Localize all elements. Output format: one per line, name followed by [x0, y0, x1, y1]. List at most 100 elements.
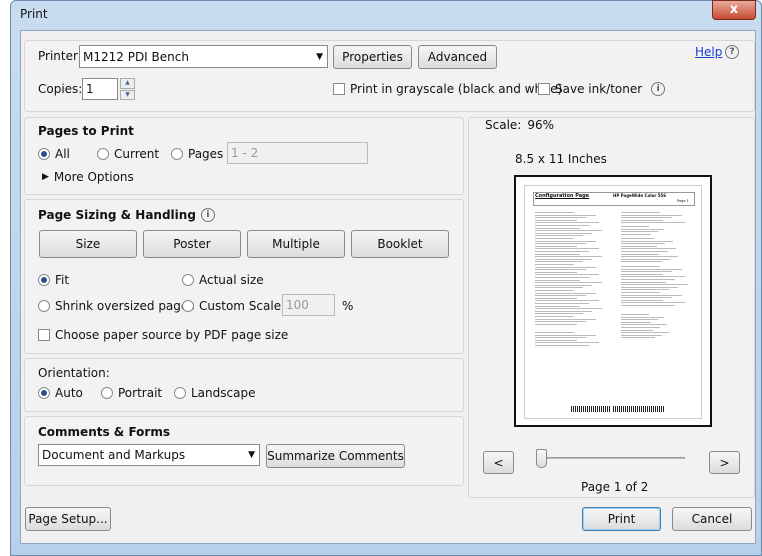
preview-line: [535, 334, 596, 336]
preview-line: [535, 222, 599, 224]
percent-label: %: [342, 299, 354, 313]
preview-line: [621, 233, 651, 235]
next-page-button[interactable]: >: [709, 451, 740, 474]
preview-doc-title: Configuration Page: [535, 193, 590, 199]
radio-portrait[interactable]: Portrait: [101, 386, 162, 400]
preview-line: [621, 240, 673, 242]
preview-line: [535, 230, 602, 232]
help-link[interactable]: Help: [695, 45, 722, 59]
preview-line: [535, 264, 574, 265]
stepper-down-icon[interactable]: ▼: [120, 89, 135, 100]
sizing-heading-row: Page Sizing & Handling i: [38, 208, 215, 222]
close-button[interactable]: x: [712, 0, 756, 20]
info-icon[interactable]: i: [200, 208, 215, 222]
preview-line: [535, 217, 587, 219]
page-setup-button[interactable]: Page Setup...: [25, 507, 111, 531]
paper-size-label: 8.5 x 11 Inches: [515, 152, 607, 166]
info-icon[interactable]: i: [651, 82, 666, 96]
radio-pages[interactable]: Pages: [171, 147, 223, 161]
checkbox-icon[interactable]: [538, 83, 550, 95]
preview-line: [621, 302, 685, 304]
page-range-input[interactable]: 1 - 2: [227, 142, 368, 164]
page-preview: Configuration Page HP PageWide Color 556…: [514, 175, 712, 427]
page-slider-track[interactable]: [547, 457, 685, 459]
save-ink-checkbox[interactable]: Save ink/toner i: [538, 82, 666, 96]
orientation-heading: Orientation:: [38, 366, 110, 380]
preview-line: [535, 266, 596, 268]
preview-line: [621, 248, 676, 250]
printer-label: Printer:: [38, 49, 82, 63]
grayscale-label: Print in grayscale (black and white): [350, 82, 563, 96]
radio-current[interactable]: Current: [97, 147, 159, 161]
booklet-button[interactable]: Booklet: [351, 230, 449, 258]
pages-heading: Pages to Print: [38, 124, 134, 138]
preview-line: [535, 339, 577, 341]
preview-line: [621, 281, 666, 283]
preview-line: [621, 261, 663, 263]
preview-line: [621, 253, 660, 255]
radio-fit[interactable]: Fit: [38, 273, 69, 287]
preview-line: [621, 332, 669, 334]
preview-line: [621, 212, 660, 213]
help-icon[interactable]: ?: [725, 45, 739, 59]
printer-select[interactable]: M1212 PDI Bench ▼: [79, 45, 328, 68]
preview-line: [535, 287, 583, 289]
stepper-up-icon[interactable]: ▲: [120, 78, 135, 89]
more-options-toggle[interactable]: ▶ More Options: [42, 170, 134, 184]
preview-line: [535, 248, 599, 250]
preview-line: [535, 253, 580, 255]
preview-line: [621, 321, 651, 323]
preview-line: [621, 268, 682, 270]
preview-line: [621, 289, 669, 291]
properties-button[interactable]: Properties: [333, 45, 412, 69]
preview-line: [621, 217, 673, 219]
preview-line: [535, 243, 587, 245]
radio-all[interactable]: All: [38, 147, 70, 161]
preview-line: [621, 231, 658, 233]
comments-value: Document and Markups: [42, 448, 186, 462]
preview-line: [621, 271, 673, 273]
copies-stepper[interactable]: ▲ ▼: [120, 78, 135, 100]
radio-custom-scale[interactable]: Custom Scale:: [182, 299, 285, 313]
size-button[interactable]: Size: [39, 230, 137, 258]
print-button[interactable]: Print: [582, 507, 661, 531]
preview-line: [621, 299, 663, 301]
preview-line: [621, 258, 671, 260]
paper-source-checkbox[interactable]: Choose paper source by PDF page size: [38, 328, 288, 342]
preview-line: [535, 282, 602, 284]
preview-line: [621, 334, 662, 336]
radio-shrink[interactable]: Shrink oversized pages: [38, 299, 195, 313]
preview-line: [535, 303, 590, 304]
cancel-button[interactable]: Cancel: [672, 507, 752, 531]
preview-line: [621, 226, 649, 227]
grayscale-checkbox[interactable]: Print in grayscale (black and white): [333, 82, 562, 96]
preview-line: [535, 277, 590, 278]
copies-input[interactable]: 1: [82, 78, 118, 100]
page-slider-thumb[interactable]: [536, 449, 547, 468]
custom-scale-input[interactable]: 100: [282, 294, 335, 316]
preview-line: [535, 290, 574, 291]
preview-doc-model: HP PageWide Color 556: [613, 193, 667, 198]
scale-readout: Scale: 96%: [485, 118, 554, 132]
previous-page-button[interactable]: <: [483, 451, 514, 474]
preview-line: [621, 314, 649, 315]
preview-line: [535, 321, 587, 323]
summarize-comments-button[interactable]: Summarize Comments: [266, 444, 405, 468]
poster-button[interactable]: Poster: [143, 230, 241, 258]
checkbox-icon[interactable]: [333, 83, 345, 95]
radio-auto[interactable]: Auto: [38, 386, 83, 400]
multiple-button[interactable]: Multiple: [247, 230, 345, 258]
preview-line: [535, 256, 602, 258]
preview-line: [621, 319, 658, 321]
preview-line: [535, 313, 583, 315]
preview-line: [535, 342, 599, 344]
preview-page: Configuration Page HP PageWide Color 556…: [524, 185, 702, 419]
preview-line: [621, 228, 665, 230]
advanced-button[interactable]: Advanced: [418, 45, 497, 69]
preview-line: [621, 305, 676, 306]
printer-value: M1212 PDI Bench: [83, 49, 189, 64]
preview-line: [621, 292, 660, 293]
comments-select[interactable]: Document and Markups ▼: [38, 444, 260, 466]
radio-landscape[interactable]: Landscape: [174, 386, 255, 400]
radio-actual-size[interactable]: Actual size: [182, 273, 264, 287]
